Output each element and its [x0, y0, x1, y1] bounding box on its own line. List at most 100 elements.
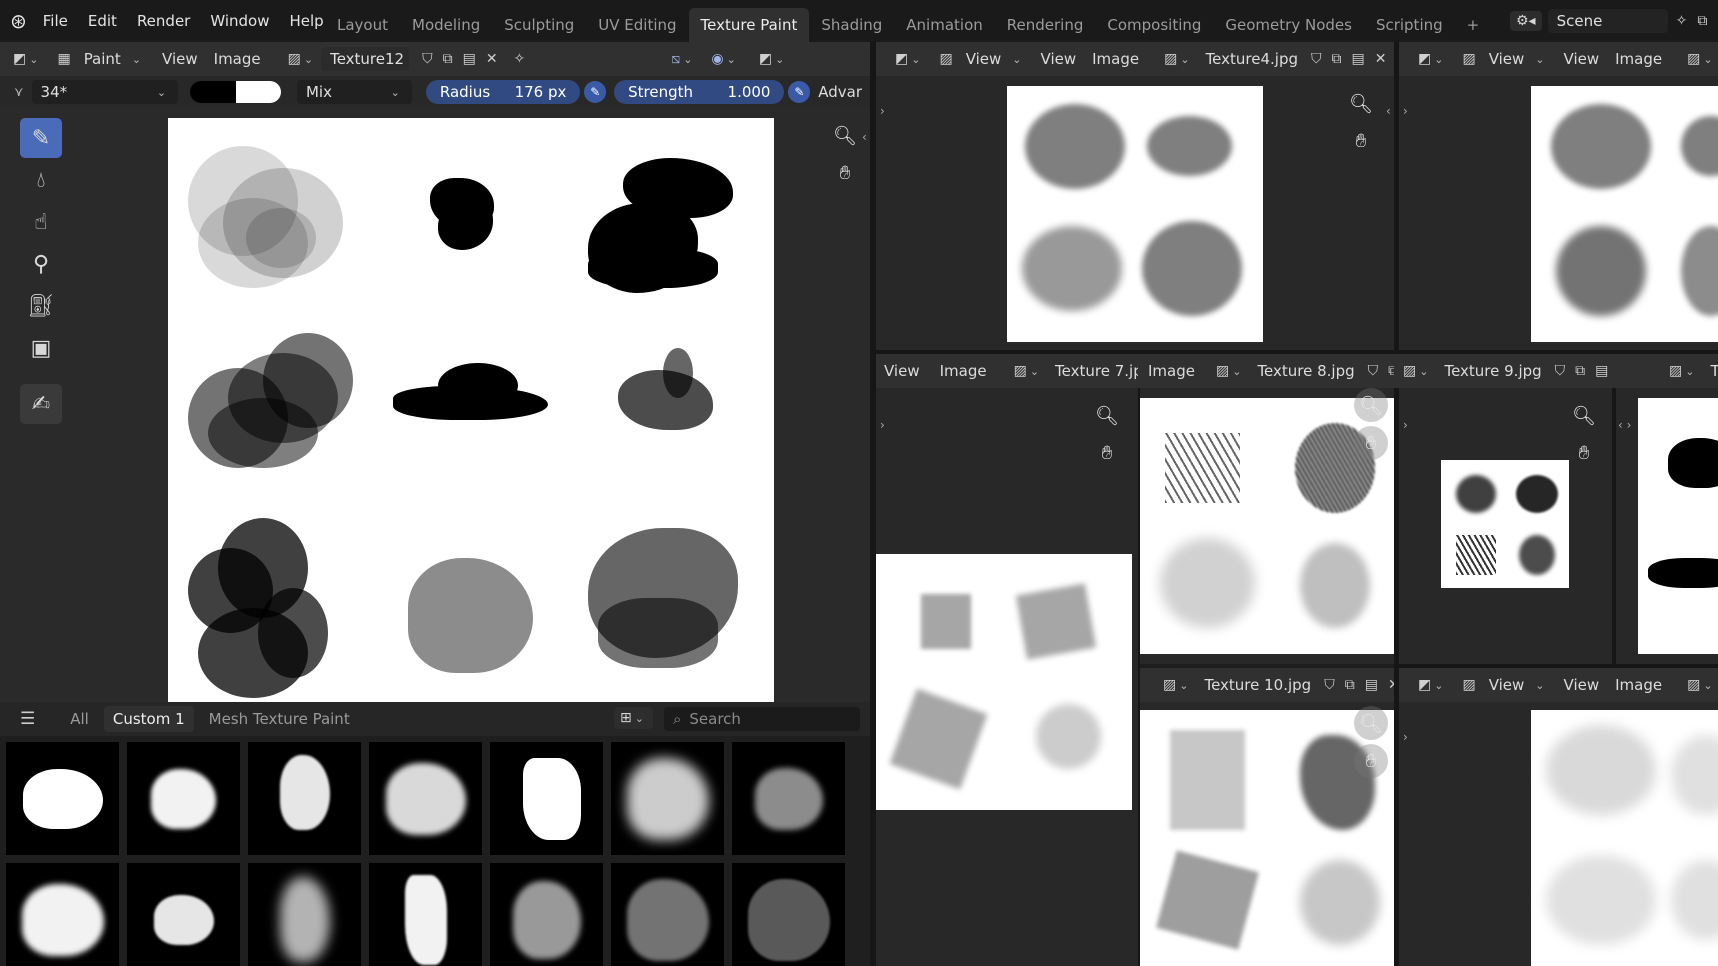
brush-thumbnail[interactable] [6, 863, 119, 966]
brush-thumbnail[interactable] [490, 742, 603, 855]
toolbar-toggle-icon[interactable]: › [1403, 104, 1408, 118]
texture9b-view[interactable]: ‹ › [1616, 388, 1718, 664]
radius-pressure-icon[interactable]: ✎ [584, 81, 607, 103]
uv-sync-icon[interactable]: ⧅ ⌄ [666, 51, 700, 67]
duplicate-icon[interactable]: ⧉ [1340, 677, 1360, 693]
soften-tool-icon[interactable]: 💧︎ [20, 160, 62, 200]
main-image-editor[interactable]: ✎ 💧︎ ☝︎ ⚲ ⛽︎ ▣ ✍︎ 🔍︎ ✋︎ ‹ [0, 108, 870, 702]
duplicate-icon[interactable]: ⧉ [1327, 51, 1347, 67]
brush-thumbnail[interactable] [6, 742, 119, 855]
image-browse-icon[interactable]: ▨ ⌄ [1682, 677, 1718, 693]
fill-tool-icon[interactable]: ⛽︎ [20, 286, 62, 326]
menu-view[interactable]: View [154, 50, 206, 68]
image-name-field[interactable]: Texture 9.jpg [1436, 362, 1549, 380]
brush-thumbnail[interactable] [732, 742, 845, 855]
menu-image[interactable]: Image [932, 362, 995, 380]
duplicate-icon[interactable]: ⧉ [1570, 363, 1590, 379]
display-options-icon[interactable]: ⊞ ⌄ [614, 707, 653, 729]
pin-image-icon[interactable]: ✧ [509, 51, 531, 67]
menu-file[interactable]: File [33, 0, 78, 42]
hamburger-menu-icon[interactable]: ☰ [20, 709, 35, 729]
view-dropdown[interactable]: View [958, 50, 1010, 68]
right-top-view[interactable]: › [1399, 76, 1718, 350]
pan-hand-icon[interactable]: ✋︎ [1567, 436, 1601, 470]
brush-thumbnail[interactable] [490, 863, 603, 966]
right-top-image[interactable] [1531, 86, 1718, 342]
view-dropdown[interactable]: View [1481, 676, 1533, 694]
workspace-tab-layout[interactable]: Layout [325, 8, 400, 42]
pan-hand-icon[interactable]: ✋︎ [1344, 124, 1378, 158]
brush-thumbnail[interactable] [369, 742, 482, 855]
pin-icon[interactable]: ✧ [1676, 13, 1688, 29]
sidebar-toggle-icon[interactable]: ‹ › [1618, 418, 1631, 432]
brush-thumbnail[interactable] [732, 863, 845, 966]
editor-type-icon[interactable]: ◩ ⌄ [8, 51, 46, 67]
zoom-icon[interactable]: 🔍︎ [1344, 86, 1378, 120]
toolbar-toggle-icon[interactable]: › [880, 418, 885, 432]
paint-canvas[interactable] [168, 118, 774, 702]
fake-user-icon[interactable]: ⛉ [1363, 363, 1384, 379]
menu-window[interactable]: Window [200, 0, 279, 42]
strength-pressure-icon[interactable]: ✎ [788, 81, 811, 103]
blender-logo-icon[interactable]: ⊛ [10, 9, 27, 33]
sidebar-toggle-icon[interactable]: ‹ [862, 130, 867, 144]
brush-thumbnail[interactable] [611, 742, 724, 855]
texture9-view[interactable]: › 🔍︎ ✋︎ [1399, 388, 1612, 664]
workspace-tab-texture-paint[interactable]: Texture Paint [688, 8, 810, 42]
open-image-icon[interactable]: ▤ [1360, 677, 1383, 693]
shelf-tab-all[interactable]: All [61, 706, 98, 732]
zoom-icon[interactable]: 🔍︎ [828, 118, 862, 152]
image-name-field[interactable]: Texture 10.jpg [1196, 676, 1319, 694]
shelf-search-input[interactable]: ⌕ Search [664, 707, 860, 731]
draw-tool-icon[interactable]: ✎ [20, 118, 62, 158]
texture7-view[interactable]: › 🔍︎ ✋︎ [876, 388, 1138, 966]
unlink-icon[interactable]: ✕ [1370, 51, 1392, 67]
blend-mode-dropdown[interactable]: Mix ⌄ [296, 80, 412, 104]
editor-type-icon[interactable]: ◩ ⌄ [890, 51, 928, 67]
image-browse-icon[interactable]: ▨ ⌄ [1159, 51, 1197, 67]
texture10-view[interactable]: 🔍︎ ✋︎ [1140, 702, 1394, 966]
brush-thumbnail[interactable] [369, 863, 482, 966]
workspace-tab-compositing[interactable]: Compositing [1095, 8, 1213, 42]
image-browse-icon[interactable]: ▨ ⌄ [1158, 677, 1196, 693]
right-bottom-view[interactable]: › [1399, 702, 1718, 966]
open-image-icon[interactable]: ▤ [1347, 51, 1370, 67]
menu-view[interactable]: View [1556, 50, 1608, 68]
workspace-tab-rendering[interactable]: Rendering [995, 8, 1096, 42]
fake-user-icon[interactable]: ⛉ [417, 51, 438, 67]
right-bottom-image[interactable] [1531, 710, 1718, 966]
image-browse-icon[interactable]: ▨ ⌄ [1009, 363, 1047, 379]
brush-selector[interactable]: 34* ⌄ [31, 80, 179, 104]
texture-name-field[interactable]: Texture12 [321, 47, 410, 71]
advanced-menu[interactable]: Advar [810, 83, 870, 101]
mode-dropdown[interactable]: Paint [76, 50, 129, 68]
open-image-icon[interactable]: ▤ [458, 51, 481, 67]
zoom-icon[interactable]: 🔍︎ [1090, 398, 1124, 432]
unlink-icon[interactable]: ✕ [481, 51, 503, 67]
brush-thumbnail[interactable] [127, 742, 240, 855]
menu-image[interactable]: Image [1607, 50, 1670, 68]
texture9b-image[interactable] [1638, 398, 1718, 654]
shelf-tab-custom-1[interactable]: Custom 1 [103, 706, 194, 732]
editor-type-icon[interactable]: ◩ ⌄ [1413, 677, 1451, 693]
scene-name-field[interactable]: Scene [1547, 9, 1668, 33]
shelf-tab-mesh-texture-paint[interactable]: Mesh Texture Paint [200, 706, 359, 732]
view-mode-icon[interactable]: ◩ ⌄ [754, 51, 792, 67]
image-name-field[interactable]: Texture 7.jpg [1047, 362, 1138, 380]
workspace-tab-animation[interactable]: Animation [894, 8, 994, 42]
brush-thumbnail[interactable] [127, 863, 240, 966]
image-browse-icon[interactable]: ▨ ⌄ [283, 51, 321, 67]
pan-hand-icon[interactable]: ✋︎ [1354, 426, 1388, 460]
menu-image[interactable]: Image [206, 50, 269, 68]
duplicate-icon[interactable]: ⧉ [1383, 363, 1394, 379]
image-name-field[interactable]: T [1702, 362, 1718, 380]
workspace-tab-geometry-nodes[interactable]: Geometry Nodes [1213, 8, 1364, 42]
radius-field[interactable]: Radius 176 px [425, 80, 581, 104]
editor-type-icon[interactable]: ◩ ⌄ [1413, 51, 1451, 67]
workspace-tab-scripting[interactable]: Scripting [1364, 8, 1455, 42]
add-workspace-icon[interactable]: + [1455, 8, 1492, 42]
image-browse-icon[interactable]: ▨ ⌄ [1398, 363, 1436, 379]
menu-render[interactable]: Render [127, 0, 200, 42]
texture4-view[interactable]: 🔍︎ ✋︎ › ‹ [876, 76, 1394, 350]
toolbar-toggle-icon[interactable]: › [880, 104, 885, 118]
